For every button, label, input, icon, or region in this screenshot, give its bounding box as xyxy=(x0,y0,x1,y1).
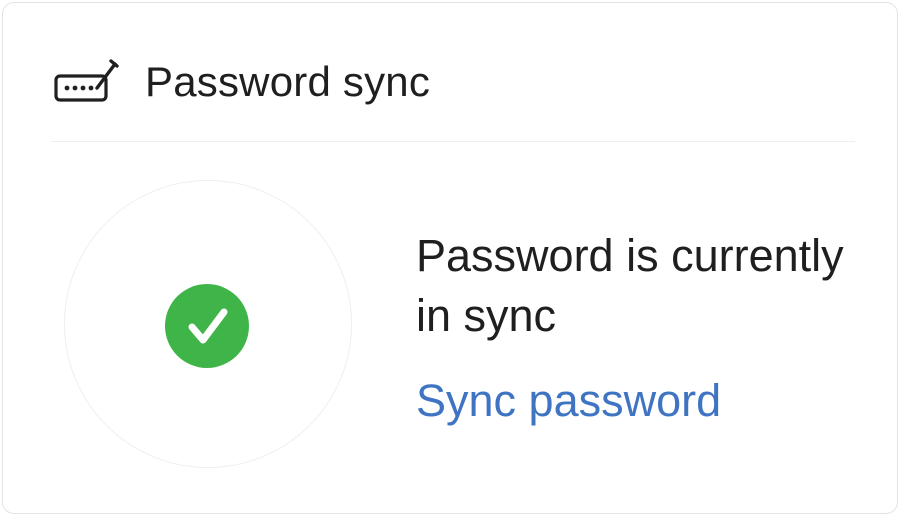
header-divider xyxy=(51,141,855,142)
card-title: Password sync xyxy=(145,58,431,105)
card-header: Password sync xyxy=(53,53,430,111)
password-edit-icon xyxy=(53,58,119,106)
check-circle-icon xyxy=(165,284,249,368)
sync-status-message: Password is currently in sync xyxy=(416,230,844,341)
sync-password-link[interactable]: Sync password xyxy=(416,375,721,427)
